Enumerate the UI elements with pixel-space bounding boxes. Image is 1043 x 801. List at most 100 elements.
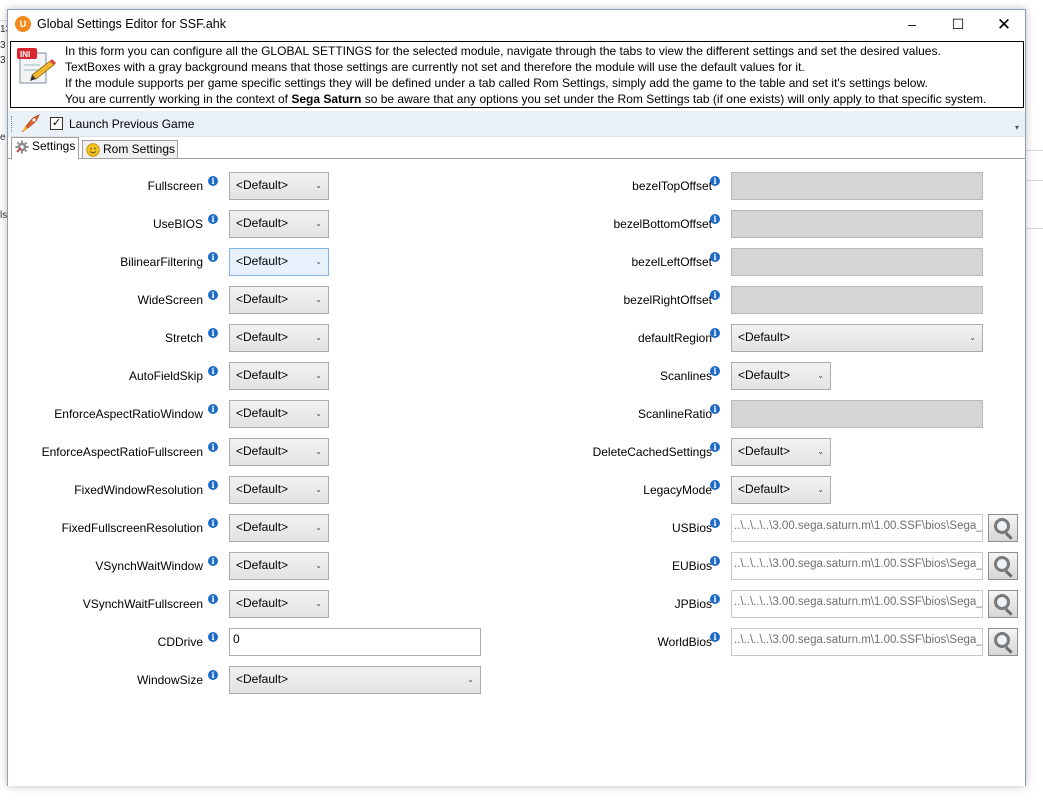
toolbar-grip[interactable] [11,116,14,132]
info-icon[interactable]: i [208,404,218,414]
chevron-down-icon: ⌄ [315,257,322,266]
minimize-button[interactable]: – [889,10,935,39]
toolbar-overflow-icon[interactable]: ▾ [1015,123,1019,132]
usbios-path-input[interactable]: ..\..\..\..\3.00.sega.saturn.m\1.00.SSF\… [731,514,983,542]
info-icon[interactable]: i [710,214,720,224]
maximize-button[interactable]: ☐ [935,10,981,39]
enforce-aspect-ratio-window-dropdown[interactable]: <Default> ⌄ [229,400,329,428]
info-icon[interactable]: i [208,480,218,490]
vsynch-wait-fullscreen-value: <Default> [236,596,289,610]
info-icon[interactable]: i [710,404,720,414]
enforce-aspect-ratio-fullscreen-dropdown[interactable]: <Default> ⌄ [229,438,329,466]
fixed-window-resolution-label: FixedWindowResolution [74,483,203,497]
info-icon[interactable]: i [208,176,218,186]
jpbios-path-input[interactable]: ..\..\..\..\3.00.sega.saturn.m\1.00.SSF\… [731,590,983,618]
eubios-path-input[interactable]: ..\..\..\..\3.00.sega.saturn.m\1.00.SSF\… [731,552,983,580]
chevron-down-icon: ⌄ [817,371,824,380]
stretch-dropdown[interactable]: <Default> ⌄ [229,324,329,352]
world-bios-browse-button[interactable] [988,628,1018,656]
rocket-icon[interactable] [19,114,41,134]
info-icon[interactable]: i [710,366,720,376]
wide-screen-label: WideScreen [137,293,203,307]
info-icon[interactable]: i [710,518,720,528]
window-size-value: <Default> [236,672,289,686]
bezel-bottom-offset-input[interactable] [731,210,983,238]
info-icon[interactable]: i [208,556,218,566]
info-icon[interactable]: i [710,252,720,262]
auto-field-skip-label: AutoFieldSkip [128,369,203,383]
info-icon[interactable]: i [710,594,720,604]
world-bios-path-input[interactable]: ..\..\..\..\3.00.sega.saturn.m\1.00.SSF\… [731,628,983,656]
fixed-window-resolution-dropdown[interactable]: <Default> ⌄ [229,476,329,504]
delete-cached-settings-dropdown[interactable]: <Default> ⌄ [731,438,831,466]
legacy-mode-dropdown[interactable]: <Default> ⌄ [731,476,831,504]
bezel-left-offset-label: bezelLeftOffset [631,255,713,269]
info-icon[interactable]: i [208,290,218,300]
background-divider [1026,180,1043,181]
info-icon[interactable]: i [208,366,218,376]
info-icon[interactable]: i [710,290,720,300]
bezel-left-offset-input[interactable] [731,248,983,276]
info-icon[interactable]: i [208,328,218,338]
bilinear-filtering-dropdown[interactable]: <Default> ⌄ [229,248,329,276]
fullscreen-dropdown[interactable]: <Default> ⌄ [229,172,329,200]
info-icon[interactable]: i [208,518,218,528]
legacy-mode-value: <Default> [738,482,791,496]
close-button[interactable]: ✕ [981,10,1027,39]
chevron-down-icon: ⌄ [315,333,322,342]
chevron-down-icon: ⌄ [467,675,474,684]
magnifier-handle [1004,608,1013,616]
tab-rom-settings[interactable]: Rom Settings [82,140,178,159]
info-icon[interactable]: i [208,632,218,642]
fixed-fullscreen-resolution-label: FixedFullscreenResolution [61,521,203,535]
magnifier-handle [1004,532,1013,540]
window-title: Global Settings Editor for SSF.ahk [37,17,226,31]
chevron-down-icon: ⌄ [315,447,322,456]
auto-field-skip-dropdown[interactable]: <Default> ⌄ [229,362,329,390]
fixed-fullscreen-resolution-dropdown[interactable]: <Default> ⌄ [229,514,329,542]
info-icon[interactable]: i [710,632,720,642]
info-icon[interactable]: i [710,328,720,338]
chevron-down-icon: ⌄ [969,333,976,342]
vsynch-wait-window-dropdown[interactable]: <Default> ⌄ [229,552,329,580]
default-region-dropdown[interactable]: <Default> ⌄ [731,324,983,352]
tab-rom-settings-label: Rom Settings [103,142,176,156]
window-size-dropdown[interactable]: <Default> ⌄ [229,666,481,694]
info-icon[interactable]: i [710,556,720,566]
scanline-ratio-input[interactable] [731,400,983,428]
jpbios-browse-button[interactable] [988,590,1018,618]
launch-previous-game-checkbox[interactable]: ✓ [50,117,63,130]
gear-icon [15,140,29,154]
usbios-browse-button[interactable] [988,514,1018,542]
smiley-icon [86,143,100,157]
vsynch-wait-window-value: <Default> [236,558,289,572]
wide-screen-dropdown[interactable]: <Default> ⌄ [229,286,329,314]
wide-screen-value: <Default> [236,292,289,306]
fullscreen-value: <Default> [236,178,289,192]
ini-file-icon: INI [17,48,56,84]
fullscreen-label: Fullscreen [147,179,203,193]
info-icon[interactable]: i [710,480,720,490]
bezel-top-offset-input[interactable] [731,172,983,200]
info-icon[interactable]: i [710,176,720,186]
tab-settings[interactable]: Settings [11,137,79,160]
info-icon[interactable]: i [208,214,218,224]
vsynch-wait-fullscreen-dropdown[interactable]: <Default> ⌄ [229,590,329,618]
scanlines-dropdown[interactable]: <Default> ⌄ [731,362,831,390]
cddrive-input[interactable]: 0 [229,628,481,656]
info-icon[interactable]: i [208,670,218,680]
legacy-mode-label: LegacyMode [643,483,712,497]
info-icon[interactable]: i [208,252,218,262]
info-icon[interactable]: i [208,594,218,604]
use-bios-dropdown[interactable]: <Default> ⌄ [229,210,329,238]
svg-text:INI: INI [20,50,30,59]
eubios-browse-button[interactable] [988,552,1018,580]
title-bar[interactable]: U Global Settings Editor for SSF.ahk – ☐… [8,10,1025,39]
chevron-down-icon: ⌄ [315,371,322,380]
launch-previous-game-label[interactable]: Launch Previous Game [69,117,194,131]
info-icon[interactable]: i [208,442,218,452]
bezel-right-offset-input[interactable] [731,286,983,314]
background-text: e [0,132,6,143]
info-icon[interactable]: i [710,442,720,452]
chevron-down-icon: ⌄ [315,599,322,608]
